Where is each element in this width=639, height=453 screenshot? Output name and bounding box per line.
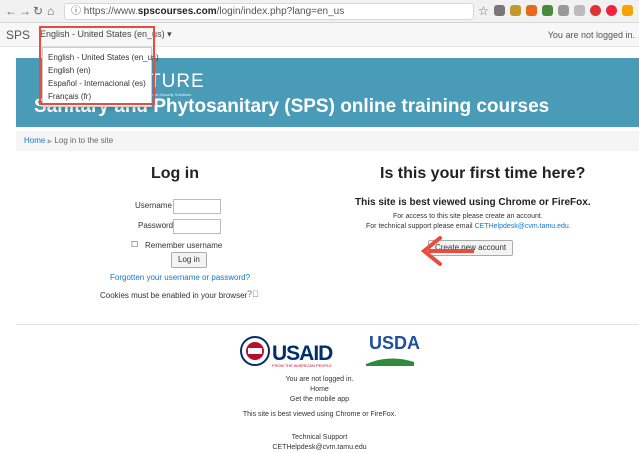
url-domain: spscourses.com xyxy=(137,6,217,17)
remember-label: Remember username xyxy=(145,241,223,250)
cookies-notice: Cookies must be enabled in your browser xyxy=(100,291,248,300)
browser-toolbar: ← → ↻ ⌂ ⓘ https://www.spscourses.com/log… xyxy=(0,0,639,23)
forgot-password-link[interactable]: Forgotten your username or password? xyxy=(110,273,250,282)
footer-browser-notice: This site is best viewed using Chrome or… xyxy=(242,411,397,418)
password-label: Password xyxy=(138,221,174,230)
usaid-seal-icon xyxy=(240,336,270,366)
url-path: /login/index.php?lang=en_us xyxy=(216,6,345,17)
first-time-heading: Is this your first time here? xyxy=(380,165,586,182)
remember-checkbox[interactable]: ☐ xyxy=(131,240,138,249)
browser-notice: This site is best viewed using Chrome or… xyxy=(355,197,591,208)
extension-icon[interactable] xyxy=(494,5,505,16)
url-prefix: https://www. xyxy=(83,6,138,17)
password-input[interactable] xyxy=(173,219,221,234)
extension-icon[interactable] xyxy=(526,5,537,16)
username-input[interactable] xyxy=(173,199,221,214)
annotation-highlight-box xyxy=(39,26,155,105)
extension-icon[interactable] xyxy=(622,5,633,16)
address-bar[interactable]: ⓘ https://www.spscourses.com/login/index… xyxy=(64,3,474,20)
annotation-arrow-icon xyxy=(420,236,474,266)
usda-logo-swoosh-icon xyxy=(366,358,414,366)
login-heading: Log in xyxy=(151,165,199,182)
home-icon[interactable]: ⌂ xyxy=(47,3,54,19)
extension-icon[interactable] xyxy=(542,5,553,16)
breadcrumb-current: Log in to the site xyxy=(54,136,114,145)
footer-home-link[interactable]: Home xyxy=(0,386,639,393)
breadcrumb-separator-icon: ▶ xyxy=(47,139,53,145)
footer-login-status: You are not logged in. xyxy=(285,376,354,383)
usda-logo: USDA xyxy=(369,333,421,353)
extension-icon[interactable] xyxy=(510,5,521,16)
support-email-link[interactable]: CETHelpdesk@cvm.tamu.edu. xyxy=(475,223,571,230)
extension-icon[interactable] xyxy=(590,5,601,16)
username-label: Username xyxy=(135,201,172,210)
usaid-tagline: FROM THE AMERICAN PEOPLE xyxy=(272,363,332,368)
breadcrumb-home[interactable]: Home xyxy=(24,136,45,145)
access-text: For access to this site please create an… xyxy=(393,213,543,220)
extension-icon[interactable] xyxy=(574,5,585,16)
login-status: You are not logged in. xyxy=(547,30,635,40)
forward-icon[interactable]: → xyxy=(19,3,31,19)
support-text: For technical support please email CETHe… xyxy=(366,223,571,230)
bookmark-star-icon[interactable]: ☆ xyxy=(478,3,489,19)
extension-icon[interactable] xyxy=(606,5,617,16)
site-brand[interactable]: SPS xyxy=(6,28,30,42)
banner-logo: TURE xyxy=(149,71,205,92)
footer-support-email[interactable]: CETHelpdesk@cvm.tamu.edu xyxy=(0,444,639,451)
support-text-prefix: For technical support please email xyxy=(366,223,475,230)
footer-support-label: Technical Support xyxy=(291,434,348,441)
info-icon: ⓘ xyxy=(71,6,84,17)
reload-icon[interactable]: ↻ xyxy=(33,3,43,19)
footer-divider xyxy=(16,324,639,325)
help-icon[interactable]: ?⃝ xyxy=(247,289,259,299)
back-icon[interactable]: ← xyxy=(5,3,17,19)
mobile-app-link[interactable]: Get the mobile app xyxy=(0,396,639,403)
breadcrumb: Home ▶ Log in to the site xyxy=(16,131,639,151)
login-button[interactable]: Log in xyxy=(171,252,207,268)
extension-icon[interactable] xyxy=(558,5,569,16)
